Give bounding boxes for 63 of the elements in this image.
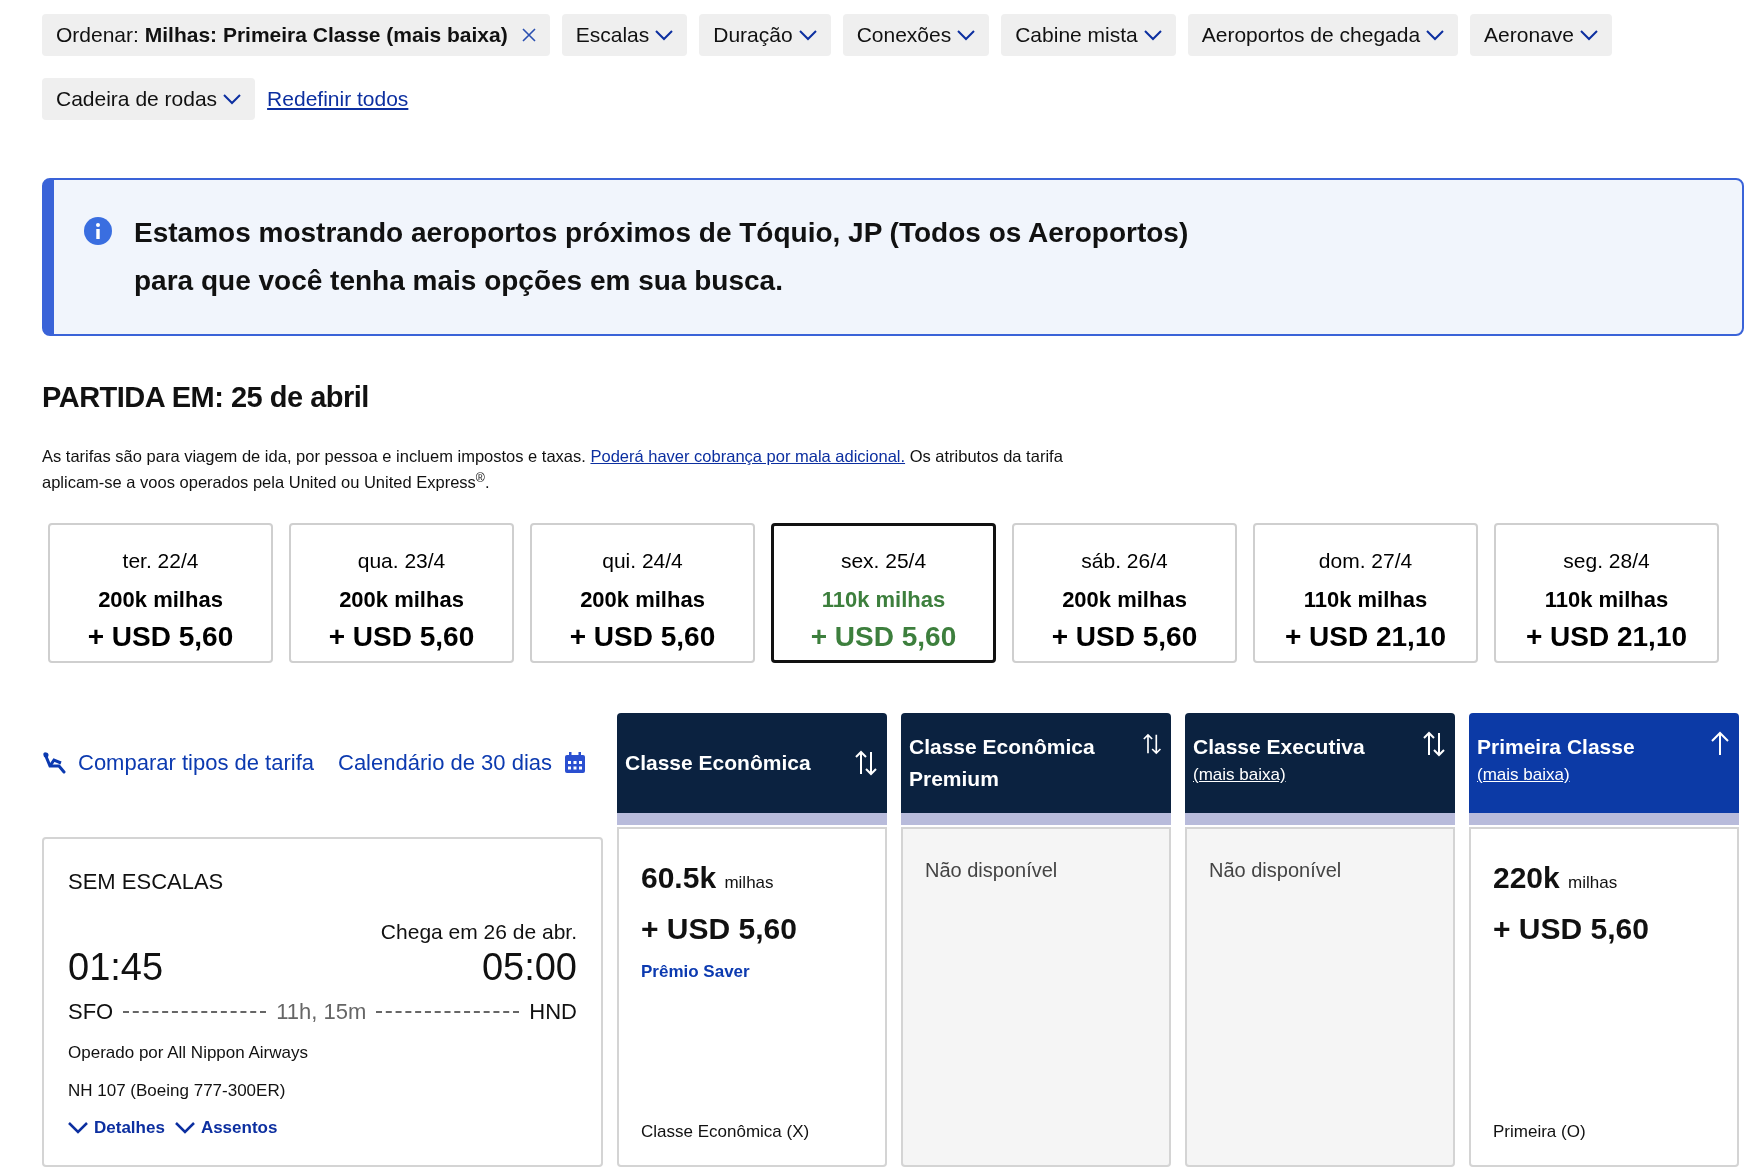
close-icon — [521, 28, 536, 42]
calendar-icon — [564, 751, 587, 774]
date-card[interactable]: dom. 27/4 110k milhas + USD 21,10 — [1253, 522, 1478, 663]
date-card[interactable]: ter. 22/4 200k milhas + USD 5,60 — [48, 522, 273, 663]
arrival-date: Chega em 26 de abr. — [379, 918, 577, 945]
chevron-down-icon — [223, 93, 242, 105]
filter-dropdown[interactable]: Aeronave — [1470, 14, 1612, 56]
unavailable-text: Não disponível — [925, 857, 1059, 883]
filter-dropdown[interactable]: Cadeira de rodas — [42, 78, 256, 120]
flight-number: NH 107 (Boeing 777-300ER) — [68, 1079, 287, 1102]
fare-class: Primeira (O) — [1493, 1121, 1587, 1144]
seat-icon — [42, 751, 66, 774]
reset-link[interactable]: Redefinir todos — [267, 83, 409, 115]
fare-cell[interactable]: 60.5k milhas + USD 5,60 Prêmio Saver Classe Econômica (X) — [617, 826, 887, 1167]
info-message: Estamos mostrando aeroportos próximos de Tóquio, JP (Todos os Aeroportos) para que você tenha mais opções em sua busca. — [134, 216, 1190, 298]
miles-unit: milhas — [724, 872, 774, 892]
arrival-time: 05:00 — [481, 947, 577, 990]
expand-link[interactable]: Assentos — [174, 1115, 278, 1141]
stops-label: SEM ESCALAS — [68, 867, 225, 896]
chevron-down-icon — [1143, 29, 1162, 41]
fare-class: Classe Econômica (X) — [641, 1121, 811, 1144]
miles-unit: milhas — [1568, 872, 1618, 892]
chevron-down-icon — [1580, 29, 1598, 41]
chevron-down-icon — [655, 29, 674, 41]
award-label: Prêmio Saver — [641, 960, 751, 983]
departure-time: 01:45 — [68, 947, 164, 990]
destination-code: HND — [529, 998, 577, 1027]
date-card[interactable]: sex. 25/4 110k milhas + USD 5,60 — [771, 522, 996, 663]
baggage-fee-link[interactable]: Poderá haver cobrança por mala adicional. — [590, 446, 906, 465]
fare-cell[interactable]: 220k milhas + USD 5,60 Primeira (O) — [1469, 826, 1739, 1167]
column-header[interactable]: Classe Econômica Premium — [901, 712, 1171, 813]
flight-duration: 11h, 15m — [276, 998, 367, 1027]
unavailable-text: Não disponível — [1209, 857, 1343, 883]
chevron-down-icon — [1426, 29, 1445, 41]
departure-heading: PARTIDA EM: 25 de abril — [42, 380, 370, 415]
chevron-down-icon — [957, 29, 976, 41]
info-icon — [84, 217, 112, 245]
filter-dropdown[interactable]: Aeroportos de chegada — [1187, 14, 1459, 56]
fare-price: + USD 5,60 — [1493, 910, 1650, 947]
calendar-link[interactable]: Calendário de 30 dias — [338, 746, 587, 780]
operator-text: Operado por All Nippon Airways — [68, 1042, 310, 1065]
column-header[interactable]: Classe Executiva (mais baixa) — [1185, 712, 1455, 813]
filter-dropdown[interactable]: Duração — [699, 14, 831, 56]
sort-filter-chip[interactable]: Ordenar: Milhas: Primeira Classe (mais baixa) — [42, 14, 550, 56]
fare-note: As tarifas são para viagem de ida, por pessoa e incluem impostos e taxas. Poderá haver cobrança por mala adicional. Os atributos da tarifa aplicam-se a voos operados pela United ou United Express$^{®}$. — [42, 445, 1064, 493]
chevron-down-icon — [174, 1121, 195, 1134]
miles-amount: 60.5k — [641, 860, 717, 894]
expand-link[interactable]: Detalhes — [68, 1115, 165, 1141]
date-card[interactable]: qua. 23/4 200k milhas + USD 5,60 — [289, 522, 514, 663]
miles-amount: 220k — [1493, 860, 1560, 894]
date-card[interactable]: qui. 24/4 200k milhas + USD 5,60 — [530, 522, 755, 663]
column-header[interactable]: Classe Econômica — [617, 712, 887, 813]
compare-fares-link[interactable]: Comparar tipos de tarifa — [42, 746, 314, 780]
filter-dropdown[interactable]: Cabine mista — [1001, 14, 1176, 56]
date-card[interactable]: seg. 28/4 110k milhas + USD 21,10 — [1494, 522, 1719, 663]
chevron-down-icon — [798, 29, 817, 41]
chevron-down-icon — [68, 1121, 88, 1134]
origin-code: SFO — [68, 998, 114, 1027]
column-header[interactable]: Primeira Classe (mais baixa) — [1469, 712, 1739, 813]
filter-dropdown[interactable]: Escalas — [561, 14, 688, 56]
filter-dropdown[interactable]: Conexões — [842, 14, 990, 56]
date-card[interactable]: sáb. 26/4 200k milhas + USD 5,60 — [1012, 522, 1237, 663]
fare-price: + USD 5,60 — [641, 910, 798, 947]
